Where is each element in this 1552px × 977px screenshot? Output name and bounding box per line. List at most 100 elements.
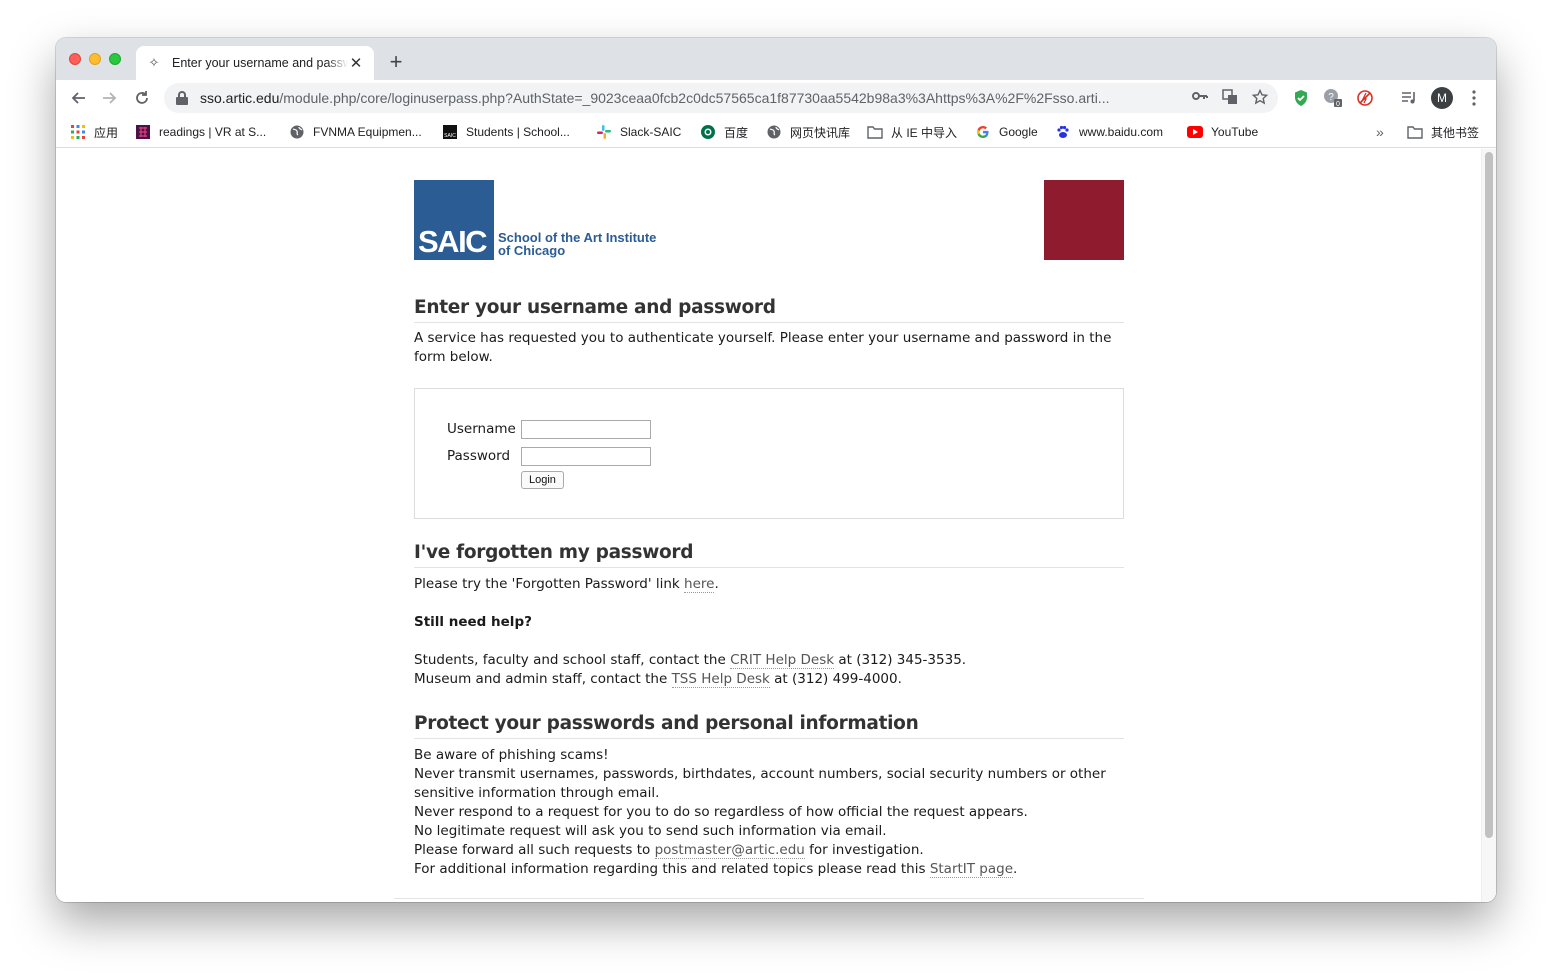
saic-logo[interactable]: SAIC <box>414 180 494 260</box>
globe-icon <box>289 124 305 140</box>
shield-extension-icon[interactable] <box>1291 88 1311 108</box>
saic-logo-mark: SAIC <box>418 224 488 259</box>
bookmark-star-icon[interactable] <box>1251 88 1269 108</box>
bookmark-students[interactable]: SAIC Students | School... <box>442 122 570 142</box>
protect-heading: Protect your passwords and personal info… <box>414 713 1124 739</box>
reload-icon[interactable] <box>129 85 155 111</box>
bookmark-label: 应用 <box>94 125 119 140</box>
bookmark-webslice[interactable]: 网页快讯库 <box>766 122 850 142</box>
forgot-text-before: Please try the 'Forgotten Password' link <box>414 576 685 592</box>
protect-text: For additional information regarding thi… <box>414 861 930 877</box>
key-icon[interactable] <box>1192 89 1208 108</box>
protect-line: Please forward all such requests to post… <box>414 841 1124 860</box>
forgot-text-after: . <box>714 576 719 592</box>
tab-close-icon[interactable]: ✕ <box>348 54 364 72</box>
help-line-tss: Museum and admin staff, contact the TSS … <box>414 670 1124 689</box>
page-viewport: SAIC School of the Art Institute of Chic… <box>56 149 1496 902</box>
profile-avatar[interactable]: M <box>1431 87 1453 109</box>
help-heading: Still need help? <box>414 614 532 630</box>
postmaster-email-link[interactable]: postmaster@artic.edu <box>654 842 805 859</box>
protect-text: for investigation. <box>804 842 924 858</box>
bookmark-label: Slack-SAIC <box>620 125 682 139</box>
bookmark-other-folder[interactable]: 其他书签 <box>1407 122 1479 142</box>
bookmark-slack[interactable]: Slack-SAIC <box>596 122 681 142</box>
protect-line: Never respond to a request for you to do… <box>414 804 1028 820</box>
maximize-window-button[interactable] <box>109 53 121 65</box>
bookmark-label: readings | VR at S... <box>159 125 267 139</box>
svg-text:0: 0 <box>1336 101 1340 108</box>
menu-kebab-icon[interactable] <box>1464 88 1484 108</box>
protect-body: Be aware of phishing scams! Never transm… <box>414 746 1124 879</box>
protect-text: Please forward all such requests to <box>414 842 655 858</box>
protect-line: Be aware of phishing scams! <box>414 747 609 763</box>
login-form: Username Password Login <box>414 388 1124 519</box>
url-text[interactable]: sso.artic.edu/module.php/core/loginuserp… <box>200 90 1175 106</box>
saic-name-line: of Chicago <box>498 243 566 258</box>
folder-icon <box>1407 124 1423 140</box>
bookmark-baidu[interactable]: www.baidu.com <box>1055 122 1163 142</box>
username-label: Username <box>447 421 516 437</box>
crit-help-desk-link[interactable]: CRIT Help Desk <box>730 652 835 669</box>
grid-favicon-icon <box>135 124 151 140</box>
bookmark-label: 网页快讯库 <box>790 125 851 140</box>
lock-icon[interactable] <box>176 91 188 105</box>
scrollbar-thumb[interactable] <box>1485 152 1493 838</box>
footer-divider <box>394 898 1144 899</box>
browser-window: ✧ Enter your username and password ✕ + s… <box>56 38 1496 902</box>
translate-icon[interactable] <box>1222 89 1238 108</box>
help-text: at (312) 345-3535. <box>834 652 967 668</box>
help-text: Museum and admin staff, contact the <box>414 671 672 687</box>
tab-active[interactable]: ✧ Enter your username and password ✕ <box>136 46 374 80</box>
forgot-password-link[interactable]: here <box>684 576 715 593</box>
help-line-crit: Students, faculty and school staff, cont… <box>414 651 1124 670</box>
youtube-icon <box>1187 124 1203 140</box>
forgot-text: Please try the 'Forgotten Password' link… <box>414 575 1124 594</box>
bookmark-fvnma[interactable]: FVNMA Equipmen... <box>289 122 422 142</box>
close-window-button[interactable] <box>69 53 81 65</box>
bookmark-label: 其他书签 <box>1431 125 1480 140</box>
minimize-window-button[interactable] <box>89 53 101 65</box>
folder-icon <box>867 124 883 140</box>
flash-block-icon[interactable] <box>1355 88 1375 108</box>
bookmark-google[interactable]: Google <box>975 122 1038 142</box>
bookmark-label: www.baidu.com <box>1079 125 1164 139</box>
vertical-scrollbar[interactable] <box>1481 149 1496 902</box>
bookmark-readings[interactable]: readings | VR at S... <box>135 122 266 142</box>
bookmark-ie-import[interactable]: 从 IE 中导入 <box>867 122 957 142</box>
aic-logo[interactable]: ART INSTITVTE CHICAGO <box>1044 180 1124 272</box>
saic-favicon-icon: SAIC <box>442 124 458 140</box>
bookmark-label: Students | School... <box>466 125 570 139</box>
bookmark-label: FVNMA Equipmen... <box>313 125 422 139</box>
login-button[interactable]: Login <box>521 471 564 489</box>
slack-icon <box>596 124 612 140</box>
apps-grid-icon <box>70 124 86 140</box>
media-control-icon[interactable] <box>1399 88 1419 108</box>
password-input[interactable] <box>521 447 651 466</box>
help-extension-icon[interactable]: ? 0 <box>1323 88 1343 108</box>
svg-text:?: ? <box>1328 92 1334 103</box>
help-text: at (312) 499-4000. <box>769 671 902 687</box>
address-bar[interactable]: sso.artic.edu/module.php/core/loginuserp… <box>164 83 1278 113</box>
startit-page-link[interactable]: StartIT page <box>929 861 1014 878</box>
protect-line: Never transmit usernames, passwords, bir… <box>414 766 1106 801</box>
tss-help-desk-link[interactable]: TSS Help Desk <box>671 671 770 688</box>
aic-logo-line: CHICAGO <box>1056 260 1115 272</box>
forward-icon[interactable] <box>97 85 123 111</box>
bookmark-label: 从 IE 中导入 <box>891 125 958 140</box>
bookmark-baidu-cn[interactable]: 百度 <box>700 122 748 142</box>
bookmark-youtube[interactable]: YouTube <box>1187 122 1258 142</box>
bookmark-label: Google <box>999 125 1038 139</box>
new-tab-button[interactable]: + <box>384 50 408 74</box>
tab-strip: ✧ Enter your username and password ✕ + <box>56 38 1496 80</box>
login-heading: Enter your username and password <box>414 297 1124 323</box>
protect-line: No legitimate request will ask you to se… <box>414 823 887 839</box>
back-icon[interactable] <box>65 85 91 111</box>
bookmark-apps[interactable]: 应用 <box>70 122 118 142</box>
google-icon <box>975 124 991 140</box>
starbucks-icon <box>700 124 716 140</box>
loading-icon: ✧ <box>148 55 160 70</box>
baidu-paw-icon <box>1055 124 1071 140</box>
username-input[interactable] <box>521 420 651 439</box>
bookmarks-overflow-icon[interactable]: » <box>1376 122 1384 142</box>
saic-logo-name: School of the Art Institute of Chicago <box>498 231 656 257</box>
